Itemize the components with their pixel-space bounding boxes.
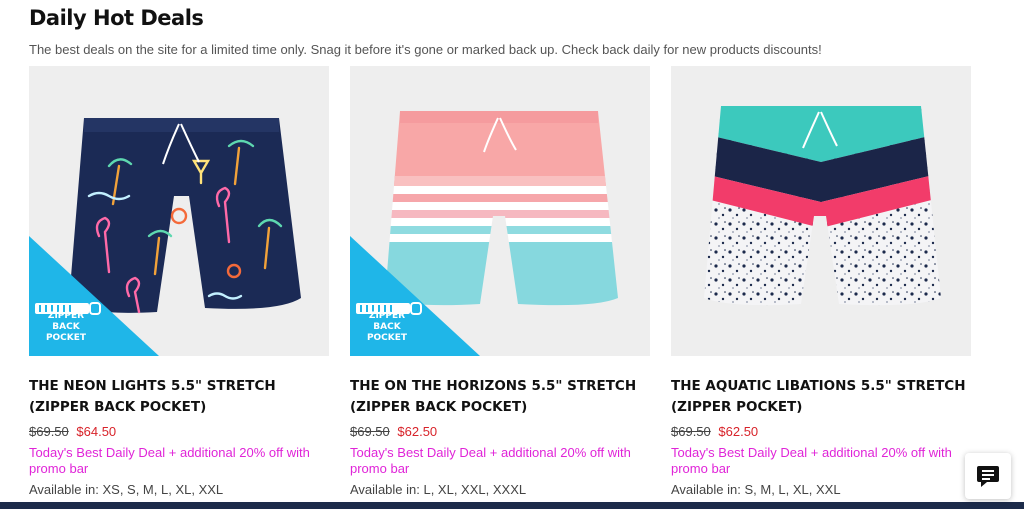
product-image[interactable] (671, 66, 971, 356)
product-name[interactable]: THE AQUATIC LIBATIONS 5.5" STRETCH (ZIPP… (671, 376, 971, 418)
original-price: $69.50 (671, 424, 711, 439)
product-card[interactable]: THE AQUATIC LIBATIONS 5.5" STRETCH (ZIPP… (671, 66, 971, 497)
product-name[interactable]: THE NEON LIGHTS 5.5" STRETCH (ZIPPER BAC… (29, 376, 329, 418)
chat-button[interactable] (965, 453, 1011, 499)
page-subtitle: The best deals on the site for a limited… (29, 42, 822, 57)
aquatic-shorts-image (704, 106, 941, 306)
zipper-back-pocket-badge: ZIPPER BACK POCKET (350, 236, 480, 356)
page-title: Daily Hot Deals (29, 6, 204, 30)
product-card[interactable]: ZIPPER BACK POCKET THE NEON LIGHTS 5.5" … (29, 66, 329, 497)
product-image[interactable]: ZIPPER BACK POCKET (29, 66, 329, 356)
badge-label: ZIPPER BACK POCKET (366, 311, 408, 343)
sale-price: $62.50 (718, 424, 759, 439)
sale-price: $64.50 (76, 424, 117, 439)
original-price: $69.50 (29, 424, 69, 439)
footer-bar (0, 502, 1024, 509)
available-sizes: Available in: XS, S, M, L, XL, XXL (29, 482, 224, 497)
badge-label: ZIPPER BACK POCKET (45, 311, 87, 343)
zipper-back-pocket-badge: ZIPPER BACK POCKET (29, 236, 159, 356)
promo-text: Today's Best Daily Deal + additional 20%… (671, 445, 952, 476)
available-sizes: Available in: S, M, L, XL, XXL (671, 482, 841, 497)
chat-icon (977, 466, 999, 487)
available-sizes: Available in: L, XL, XXL, XXXL (350, 482, 527, 497)
sale-price: $62.50 (397, 424, 438, 439)
product-image[interactable]: ZIPPER BACK POCKET (350, 66, 650, 356)
product-name[interactable]: THE ON THE HORIZONS 5.5" STRETCH (ZIPPER… (350, 376, 650, 418)
original-price: $69.50 (350, 424, 390, 439)
product-card[interactable]: ZIPPER BACK POCKET THE ON THE HORIZONS 5… (350, 66, 650, 497)
promo-text: Today's Best Daily Deal + additional 20%… (350, 445, 631, 476)
promo-text: Today's Best Daily Deal + additional 20%… (29, 445, 310, 476)
